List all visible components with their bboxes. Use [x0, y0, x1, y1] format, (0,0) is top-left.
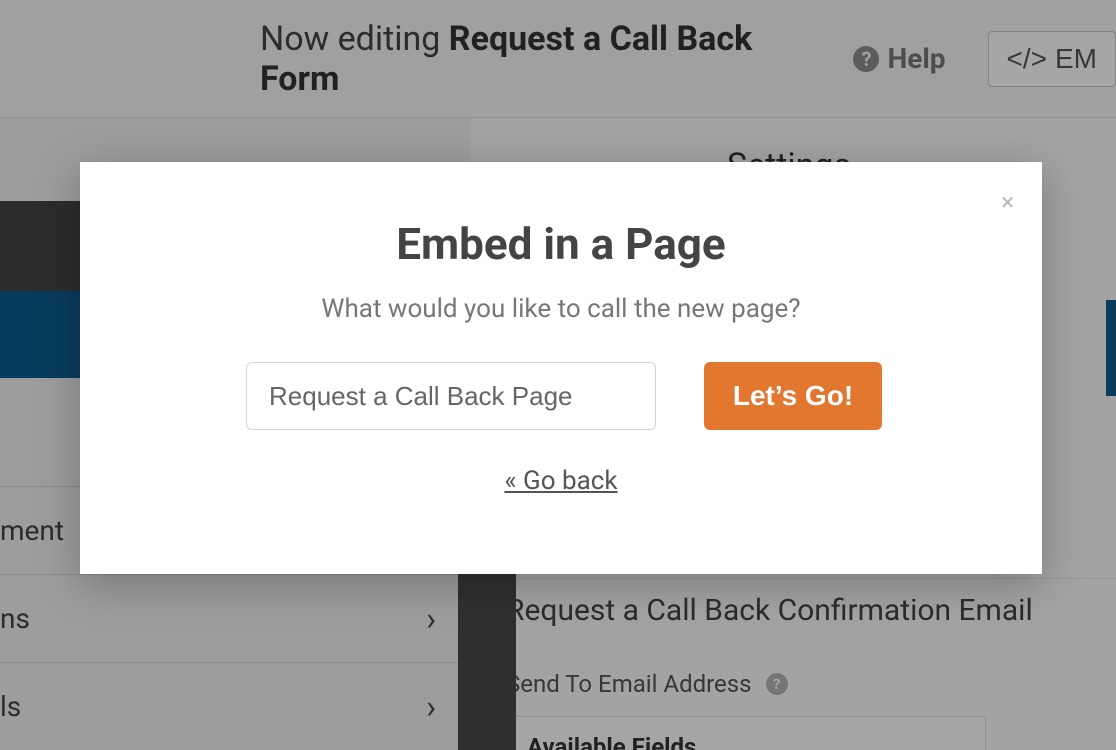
embed-modal: × Embed in a Page What would you like to…	[80, 162, 1042, 574]
page-name-input[interactable]	[246, 362, 656, 430]
lets-go-button[interactable]: Let’s Go!	[704, 362, 882, 430]
close-icon[interactable]: ×	[1001, 190, 1014, 214]
modal-subtitle: What would you like to call the new page…	[160, 294, 962, 324]
go-back-link[interactable]: « Go back	[160, 466, 962, 496]
modal-title: Embed in a Page	[160, 218, 962, 270]
